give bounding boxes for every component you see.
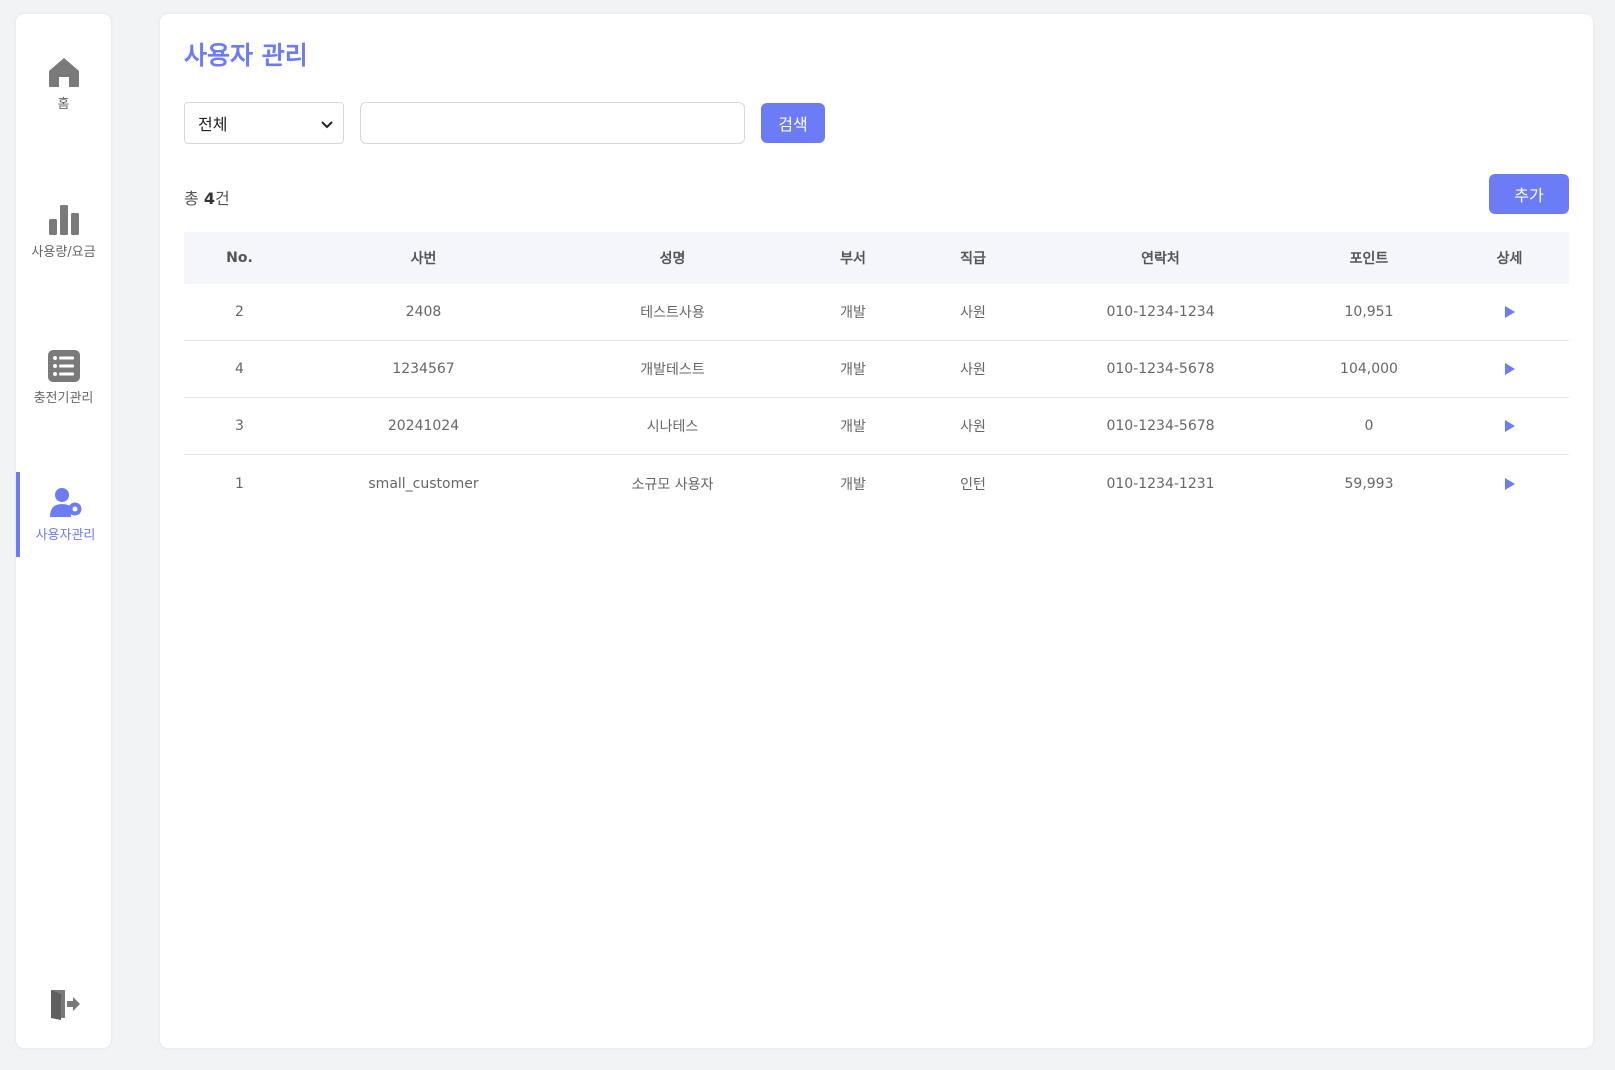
play-icon[interactable] xyxy=(1504,420,1515,432)
cell-name: 개발테스트 xyxy=(640,362,705,378)
cell-detail xyxy=(1450,361,1569,377)
cell-position: 사원 xyxy=(960,419,986,435)
cell-name: 소규모 사용자 xyxy=(631,476,714,493)
total-suffix: 건 xyxy=(214,189,230,208)
header-department: 부서 xyxy=(840,251,866,267)
cell-contact: 010-1234-1234 xyxy=(1106,304,1215,320)
play-icon[interactable] xyxy=(1504,363,1515,375)
cell-position: 사원 xyxy=(960,305,986,321)
cell-points: 0 xyxy=(1364,418,1374,434)
cell-contact: 010-1234-1231 xyxy=(1106,475,1215,492)
total-count: 총 4건 xyxy=(184,185,230,209)
cell-no: 2 xyxy=(235,304,244,320)
logout-icon xyxy=(47,987,81,1025)
table-row: 4 1234567 개발테스트 개발 사원 010-1234-5678 104,… xyxy=(184,341,1569,398)
page-title: 사용자 관리 xyxy=(184,41,308,70)
cell-no: 3 xyxy=(235,418,244,434)
search-input[interactable] xyxy=(360,102,745,144)
sidebar: 홈 사용량/요금 충전기관리 사용자관리 xyxy=(16,14,111,1048)
cell-department: 개발 xyxy=(840,362,866,378)
cell-name: 시나테스 xyxy=(646,419,699,435)
list-icon xyxy=(47,349,81,383)
cell-detail xyxy=(1450,418,1569,434)
logout-button[interactable] xyxy=(16,984,111,1028)
cell-position: 사원 xyxy=(960,362,986,378)
cell-points: 10,951 xyxy=(1344,304,1394,320)
cell-employee-id: 1234567 xyxy=(392,361,455,377)
play-icon[interactable] xyxy=(1504,477,1515,490)
table-header: No. 사번 성명 부서 직급 연락처 포인트 상세 xyxy=(184,232,1569,284)
cell-detail xyxy=(1450,476,1569,492)
nav-item-home[interactable]: 홈 xyxy=(16,38,111,128)
header-employee-id: 사번 xyxy=(410,251,437,267)
user-settings-icon xyxy=(49,486,83,520)
nav-label: 홈 xyxy=(57,96,70,112)
cell-employee-id: 20241024 xyxy=(387,418,460,434)
cell-detail xyxy=(1450,304,1569,320)
nav-item-usage[interactable]: 사용량/요금 xyxy=(16,186,111,276)
cell-employee-id: small_customer xyxy=(368,475,479,492)
header-contact: 연락처 xyxy=(1141,251,1180,267)
cell-position: 인턴 xyxy=(960,476,986,493)
filter-select[interactable]: 전체 xyxy=(184,102,344,144)
search-button[interactable]: 검색 xyxy=(761,103,825,143)
nav-item-users[interactable]: 사용자관리 xyxy=(16,472,111,557)
bar-chart-icon xyxy=(47,203,81,237)
nav-item-charger[interactable]: 충전기관리 xyxy=(16,332,111,422)
header-name: 성명 xyxy=(659,251,686,267)
user-table: No. 사번 성명 부서 직급 연락처 포인트 상세 2 2408 테스트사용 … xyxy=(184,232,1569,512)
play-icon[interactable] xyxy=(1504,306,1515,318)
header-detail: 상세 xyxy=(1496,251,1523,267)
cell-department: 개발 xyxy=(840,305,866,321)
table-row: 1 small_customer 소규모 사용자 개발 인턴 010-1234-… xyxy=(184,455,1569,512)
cell-department: 개발 xyxy=(840,476,866,493)
cell-employee-id: 2408 xyxy=(405,304,442,320)
cell-contact: 010-1234-5678 xyxy=(1106,418,1215,434)
home-icon xyxy=(47,55,81,89)
nav-label: 사용자관리 xyxy=(35,528,96,543)
header-points: 포인트 xyxy=(1349,251,1389,267)
filter-select-value: 전체 xyxy=(198,115,228,134)
cell-contact: 010-1234-5678 xyxy=(1106,361,1215,377)
chevron-down-icon xyxy=(321,114,333,133)
cell-points: 104,000 xyxy=(1340,361,1398,377)
table-row: 3 20241024 시나테스 개발 사원 010-1234-5678 0 xyxy=(184,398,1569,455)
header-no: No. xyxy=(226,250,253,266)
header-position: 직급 xyxy=(960,251,986,267)
nav-label: 충전기관리 xyxy=(33,390,94,406)
cell-name: 테스트사용 xyxy=(640,305,705,321)
cell-points: 59,993 xyxy=(1344,475,1394,492)
total-number: 4 xyxy=(203,189,215,208)
nav-label: 사용량/요금 xyxy=(31,244,96,260)
total-prefix: 총 xyxy=(184,189,204,208)
main-panel: 사용자 관리 전체 검색 총 4건 추가 No. 사번 성명 부서 직급 연락처… xyxy=(160,14,1593,1048)
cell-department: 개발 xyxy=(840,419,866,435)
table-row: 2 2408 테스트사용 개발 사원 010-1234-1234 10,951 xyxy=(184,284,1569,341)
cell-no: 1 xyxy=(235,475,244,492)
add-button[interactable]: 추가 xyxy=(1489,174,1569,214)
cell-no: 4 xyxy=(235,361,244,377)
